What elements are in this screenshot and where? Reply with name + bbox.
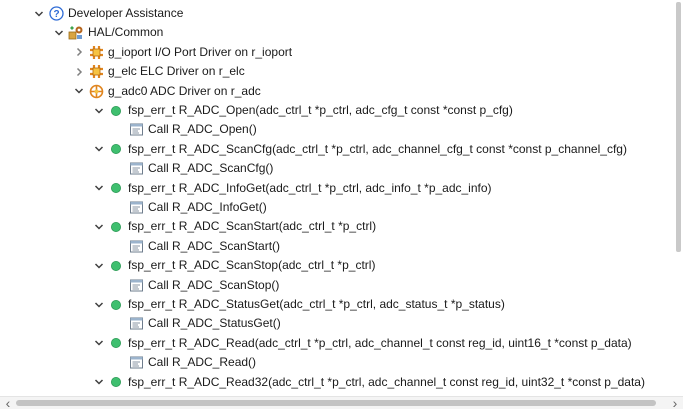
code-call-icon xyxy=(128,238,144,254)
tree-item[interactable]: HAL/Common xyxy=(53,23,163,42)
chevron-down-icon[interactable] xyxy=(93,295,105,314)
tree-item[interactable]: Call R_ADC_InfoGet() xyxy=(113,198,267,217)
chevron-right-icon: › xyxy=(672,395,678,411)
tree-item-label: fsp_err_t R_ADC_ScanCfg(adc_ctrl_t *p_ct… xyxy=(128,141,627,156)
tree-item[interactable]: fsp_err_t R_ADC_InfoGet(adc_ctrl_t *p_ct… xyxy=(93,179,492,198)
help-icon: ? xyxy=(48,6,64,22)
function-dot-icon xyxy=(108,103,124,119)
tree-item-label: Call R_ADC_ScanStart() xyxy=(148,238,281,253)
tree-item[interactable]: Call R_ADC_StatusGet() xyxy=(113,314,281,333)
tree-item-label: fsp_err_t R_ADC_Open(adc_ctrl_t *p_ctrl,… xyxy=(128,103,513,117)
tree-item[interactable]: fsp_err_t R_ADC_StatusGet(adc_ctrl_t *p_… xyxy=(93,295,505,314)
hal-common-icon xyxy=(68,25,84,41)
function-dot-icon xyxy=(108,219,124,235)
tree-item-label: g_adc0 ADC Driver on r_adc xyxy=(108,83,261,98)
tree-item-label: HAL/Common xyxy=(88,25,164,40)
svg-text:?: ? xyxy=(53,9,59,20)
driver-active-icon xyxy=(88,83,104,99)
tree-item[interactable]: ? Developer Assistance xyxy=(33,4,183,23)
function-dot-icon xyxy=(108,297,124,313)
code-call-icon xyxy=(128,122,144,138)
scroll-right-arrow[interactable]: › xyxy=(669,395,681,411)
developer-assistance-tree[interactable]: ? Developer Assistance HAL/Common g_ioport … xyxy=(0,0,674,397)
chevron-down-icon[interactable] xyxy=(93,101,105,120)
chevron-down-icon[interactable] xyxy=(93,140,105,159)
vertical-scrollbar-thumb[interactable] xyxy=(676,2,681,252)
chevron-down-icon[interactable] xyxy=(93,256,105,275)
chevron-down-icon[interactable] xyxy=(93,179,105,198)
tree-item[interactable]: fsp_err_t R_ADC_ScanCfg(adc_ctrl_t *p_ct… xyxy=(93,140,627,159)
tree-item[interactable]: g_elc ELC Driver on r_elc xyxy=(73,62,245,81)
chevron-right-icon[interactable] xyxy=(73,43,85,62)
tree-item-label: fsp_err_t R_ADC_InfoGet(adc_ctrl_t *p_ct… xyxy=(128,180,492,195)
tree-item-label: Call R_ADC_Open() xyxy=(148,122,257,137)
tree-item-label: fsp_err_t R_ADC_ScanStart(adc_ctrl_t *p_… xyxy=(128,219,377,234)
tree-item[interactable]: g_adc0 ADC Driver on r_adc xyxy=(73,82,261,101)
function-dot-icon xyxy=(108,141,124,157)
tree-item-label: g_ioport I/O Port Driver on r_ioport xyxy=(108,44,293,59)
tree-item-label: Call R_ADC_Read() xyxy=(148,355,257,370)
tree-item[interactable]: Call R_ADC_ScanCfg() xyxy=(113,159,273,178)
tree-item[interactable]: Call R_ADC_ScanStart() xyxy=(113,237,280,256)
tree-item[interactable]: fsp_err_t R_ADC_Read32(adc_ctrl_t *p_ctr… xyxy=(93,373,645,392)
scroll-left-arrow[interactable]: ‹ xyxy=(2,395,14,411)
tree-item[interactable]: g_ioport I/O Port Driver on r_ioport xyxy=(73,43,292,62)
code-call-icon xyxy=(128,200,144,216)
chevron-down-icon[interactable] xyxy=(73,82,85,101)
tree-item[interactable]: Call R_ADC_ScanStop() xyxy=(113,276,279,295)
tree-item[interactable]: Call R_ADC_Read() xyxy=(113,353,256,372)
tree-item[interactable]: fsp_err_t R_ADC_ScanStop(adc_ctrl_t *p_c… xyxy=(93,256,375,275)
chevron-down-icon[interactable] xyxy=(93,373,105,392)
tree-item-label: fsp_err_t R_ADC_Read(adc_ctrl_t *p_ctrl,… xyxy=(128,335,632,350)
tree-item[interactable]: Call R_ADC_Open() xyxy=(113,120,257,139)
chevron-down-icon[interactable] xyxy=(33,4,45,23)
tree-item[interactable]: fsp_err_t R_ADC_Open(adc_ctrl_t *p_ctrl,… xyxy=(93,101,513,120)
chevron-right-icon[interactable] xyxy=(73,62,85,81)
tree-item-label: Call R_ADC_StatusGet() xyxy=(148,316,281,331)
chevron-left-icon: ‹ xyxy=(5,395,11,411)
tree-item-label: Call R_ADC_ScanCfg() xyxy=(148,161,274,176)
code-call-icon xyxy=(128,277,144,293)
chevron-down-icon[interactable] xyxy=(93,334,105,353)
code-call-icon xyxy=(128,161,144,177)
vertical-scrollbar[interactable] xyxy=(674,0,683,397)
tree-item-label: Developer Assistance xyxy=(68,6,184,20)
tree-item-label: g_elc ELC Driver on r_elc xyxy=(108,64,245,79)
function-dot-icon xyxy=(108,374,124,390)
tree-item-label: fsp_err_t R_ADC_Read32(adc_ctrl_t *p_ctr… xyxy=(128,374,645,389)
code-call-icon xyxy=(128,355,144,371)
code-call-icon xyxy=(128,316,144,332)
tree-item-label: fsp_err_t R_ADC_StatusGet(adc_ctrl_t *p_… xyxy=(128,297,505,311)
function-dot-icon xyxy=(108,180,124,196)
tree-item[interactable]: fsp_err_t R_ADC_Read(adc_ctrl_t *p_ctrl,… xyxy=(93,334,632,353)
horizontal-scrollbar-thumb[interactable] xyxy=(16,400,656,406)
horizontal-scrollbar[interactable]: ‹ › xyxy=(0,395,683,411)
chevron-down-icon[interactable] xyxy=(53,23,65,42)
tree-item-label: Call R_ADC_InfoGet() xyxy=(148,200,267,214)
tree-item[interactable]: fsp_err_t R_ADC_ScanStart(adc_ctrl_t *p_… xyxy=(93,217,376,236)
chevron-down-icon[interactable] xyxy=(93,217,105,236)
tree-item-label: Call R_ADC_ScanStop() xyxy=(148,277,280,292)
function-dot-icon xyxy=(108,335,124,351)
function-dot-icon xyxy=(108,258,124,274)
driver-icon xyxy=(88,44,104,60)
driver-icon xyxy=(88,64,104,80)
tree-item-label: fsp_err_t R_ADC_ScanStop(adc_ctrl_t *p_c… xyxy=(128,258,376,273)
